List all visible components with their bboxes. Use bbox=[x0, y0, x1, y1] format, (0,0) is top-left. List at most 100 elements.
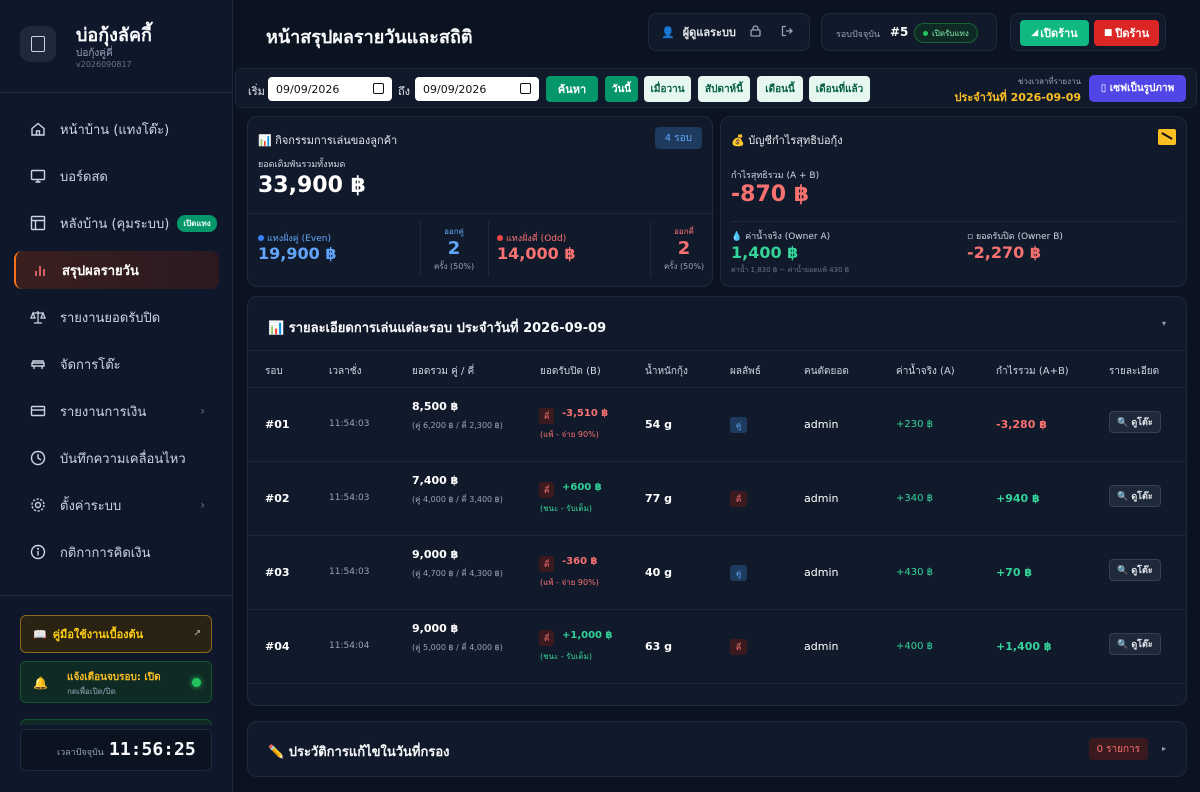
close-amount: -360 ฿ bbox=[562, 556, 598, 567]
sidebar-item-backend[interactable]: หลังบ้าน (คุมระบบ) เปิดแทง bbox=[14, 204, 219, 242]
view-table-button[interactable]: 🔍 ดูโต๊ะ bbox=[1109, 411, 1161, 433]
user-guide-label: คู่มือใช้งานเบื้องต้น bbox=[52, 628, 144, 641]
search-button[interactable]: ค้นหา bbox=[546, 76, 598, 102]
odd-count-box: ออกคี่ 2 ครั้ง (50%) bbox=[656, 225, 712, 273]
bell-icon: 🔔 bbox=[33, 676, 48, 690]
round-total: 7,400 ฿ bbox=[412, 474, 459, 487]
round-number: #01 bbox=[265, 418, 290, 431]
status-dot-icon bbox=[923, 30, 928, 36]
sidebar-item-settings[interactable]: ตั้งค่าระบบ › bbox=[14, 486, 219, 524]
logout-icon[interactable] bbox=[781, 25, 793, 40]
status-badge: เปิดแทง bbox=[177, 214, 217, 232]
round-end-alert-toggle[interactable]: 🔔 แจ้งเตือนจบรอบ: เปิด กดเพื่อเปิด/ปิด bbox=[20, 661, 212, 703]
quick-yesterday-button[interactable]: เมื่อวาน bbox=[644, 76, 691, 102]
close-side-badge: คี่ bbox=[539, 482, 555, 498]
collapse-chevron-icon[interactable]: ▸ bbox=[1162, 744, 1166, 753]
quick-today-button[interactable]: วันนี้ bbox=[605, 76, 638, 102]
close-shop-button[interactable]: ■ ปิดร้าน bbox=[1094, 20, 1159, 46]
divider bbox=[488, 221, 489, 277]
sidebar-item-finance-report[interactable]: รายงานการเงิน › bbox=[14, 392, 219, 430]
round-details-card: 📊 รายละเอียดการเล่นแต่ละรอบ ประจำวันที่ … bbox=[247, 296, 1187, 706]
round-split: (คู่ 4,000 ฿ / คี่ 3,400 ฿) bbox=[412, 495, 503, 504]
divider bbox=[420, 221, 421, 277]
odd-bet-value: 14,000 ฿ bbox=[497, 244, 576, 263]
close-shop-label: ปิดร้าน bbox=[1115, 27, 1150, 40]
start-date-input[interactable]: 09/09/2026 bbox=[268, 77, 392, 101]
close-side-badge: คี่ bbox=[539, 630, 555, 646]
total-bet-label: ยอดเดิมพันรวมทั้งหมด bbox=[258, 160, 346, 170]
even-count-sub: ครั้ง (50%) bbox=[433, 262, 475, 271]
end-date-input[interactable]: 09/09/2026 bbox=[415, 77, 539, 101]
divider bbox=[650, 221, 651, 277]
alert-subtitle: กดเพื่อเปิด/ปิด bbox=[67, 687, 116, 696]
view-table-button[interactable]: 🔍 ดูโต๊ะ bbox=[1109, 485, 1161, 507]
water-fee: +340 ฿ bbox=[896, 493, 934, 504]
brand-version: v2026090817 bbox=[76, 60, 132, 69]
total-profit: +1,400 ฿ bbox=[996, 640, 1052, 653]
shrimp-weight: 63 g bbox=[645, 640, 673, 653]
current-time-box: เวลาปัจจุบัน 11:56:25 bbox=[20, 729, 212, 771]
shrimp-weight: 54 g bbox=[645, 418, 673, 431]
odd-count-value: 2 bbox=[677, 238, 691, 259]
round-number: #5 bbox=[890, 25, 909, 39]
close-amount: -3,510 ฿ bbox=[562, 408, 609, 419]
weigh-time: 11:54:03 bbox=[329, 567, 370, 577]
rounds-count-badge: 4 รอบ bbox=[654, 127, 702, 149]
quick-this-month-button[interactable]: เดือนนี้ bbox=[757, 76, 803, 102]
wallet-icon bbox=[30, 403, 46, 419]
collapse-chevron-icon[interactable]: ▾ bbox=[1162, 319, 1166, 328]
cutter-name: admin bbox=[804, 640, 839, 653]
odd-bet-label-text: แทงฝั่งคี่ (Odd) bbox=[506, 234, 567, 244]
home-icon bbox=[30, 121, 46, 137]
round-number: #03 bbox=[265, 566, 290, 579]
odd-dot-icon bbox=[497, 235, 503, 241]
external-link-icon: ↗ bbox=[193, 629, 201, 639]
odd-bet-label: แทงฝั่งคี่ (Odd) bbox=[497, 231, 566, 245]
sidebar-item-home[interactable]: หน้าบ้าน (แทงโต๊ะ) bbox=[14, 110, 219, 148]
quick-last-month-button[interactable]: เดือนที่แล้ว bbox=[809, 76, 870, 102]
history-count-badge: 0 รายการ bbox=[1088, 738, 1148, 760]
view-table-button[interactable]: 🔍 ดูโต๊ะ bbox=[1109, 633, 1161, 655]
weigh-time: 11:54:03 bbox=[329, 419, 370, 429]
user-guide-button[interactable]: 📖 คู่มือใช้งานเบื้องต้น ↗ bbox=[20, 615, 212, 653]
close-amount-label: ▫ ยอดรับปิด (Owner B) bbox=[967, 232, 1063, 242]
calendar-icon[interactable] bbox=[520, 83, 531, 94]
filter-bar: เริ่ม 09/09/2026 ถึง 09/09/2026 ค้นหา วั… bbox=[235, 68, 1197, 108]
quick-this-week-button[interactable]: สัปดาห์นี้ bbox=[698, 76, 750, 102]
user-icon: 👤 bbox=[661, 25, 675, 39]
round-number: #02 bbox=[265, 492, 290, 505]
edit-history-card[interactable]: ✏️ ประวัติการแก้ไขในวันที่กรอง 0 รายการ … bbox=[247, 721, 1187, 777]
round-split: (คู่ 6,200 ฿ / คี่ 2,300 ฿) bbox=[412, 421, 503, 430]
cutter-name: admin bbox=[804, 566, 839, 579]
odd-count-label: ออกคี่ bbox=[674, 227, 694, 236]
sidebar-item-close-report[interactable]: รายงานยอดรับปิด bbox=[14, 298, 219, 336]
view-table-button[interactable]: 🔍 ดูโต๊ะ bbox=[1109, 559, 1161, 581]
round-total: 9,000 ฿ bbox=[412, 548, 459, 561]
current-round-box: รอบปัจจุบัน #5 เปิดรับแทง bbox=[821, 13, 997, 51]
table-title: 📊 รายละเอียดการเล่นแต่ละรอบ ประจำวันที่ … bbox=[268, 321, 607, 336]
sidebar-strip bbox=[20, 719, 212, 725]
column-header: ยอดรับปิด (B) bbox=[540, 366, 601, 377]
round-status-text: เปิดรับแทง bbox=[932, 28, 969, 38]
sidebar-item-label: ตั้งค่าระบบ bbox=[60, 498, 122, 514]
sidebar-item-live-board[interactable]: บอร์ดสด bbox=[14, 157, 219, 195]
start-date-label: เริ่ม bbox=[248, 85, 265, 98]
save-image-button[interactable]: ▯ เซฟเป็นรูปภาพ bbox=[1089, 75, 1186, 102]
page-title: หน้าสรุปผลรายวันและสถิติ bbox=[266, 27, 473, 48]
calendar-icon[interactable] bbox=[373, 83, 384, 94]
total-profit: -3,280 ฿ bbox=[996, 418, 1047, 431]
card-title: 💰 บัญชีกำไรสุทธิบ่อกุ้ง bbox=[731, 134, 843, 147]
sidebar-item-manage-tables[interactable]: จัดการโต๊ะ bbox=[14, 345, 219, 383]
user-menu[interactable]: 👤 ผู้ดูแลระบบ bbox=[648, 13, 810, 51]
round-split: (คู่ 5,000 ฿ / คี่ 4,000 ฿) bbox=[412, 643, 503, 652]
even-count-box: ออกคู่ 2 ครั้ง (50%) bbox=[422, 225, 486, 273]
divider bbox=[731, 221, 1178, 222]
sidebar-item-label: รายงานการเงิน bbox=[60, 404, 147, 420]
sidebar-item-daily-summary[interactable]: สรุปผลรายวัน bbox=[14, 251, 219, 289]
round-number: #04 bbox=[265, 640, 290, 653]
lock-icon[interactable] bbox=[750, 24, 761, 40]
sidebar-item-billing-rules[interactable]: กติกาการคิดเงิน bbox=[14, 533, 219, 571]
open-shop-button[interactable]: ◢ เปิดร้าน bbox=[1020, 20, 1089, 46]
sidebar-item-activity-log[interactable]: บันทึกความเคลื่อนไหว bbox=[14, 439, 219, 477]
odd-count-sub: ครั้ง (50%) bbox=[663, 262, 705, 271]
